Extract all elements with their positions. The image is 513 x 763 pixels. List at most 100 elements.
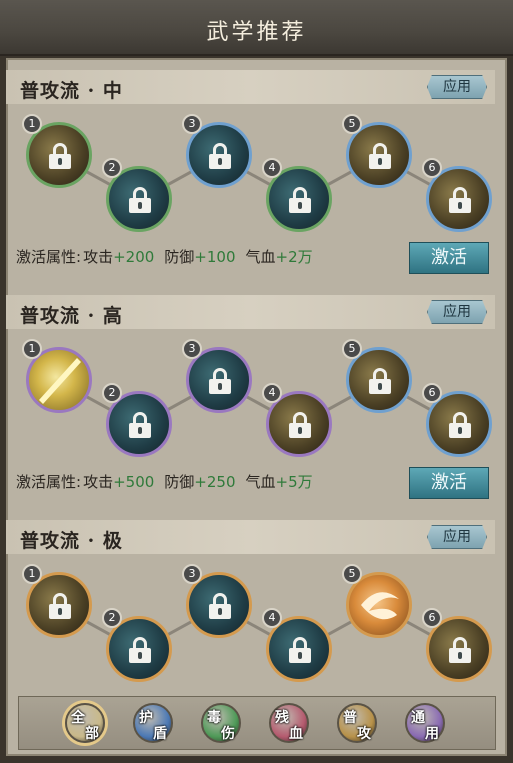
attribute-name: 攻击 (83, 248, 114, 266)
lock-icon (209, 593, 231, 619)
apply-button[interactable]: 应用 (427, 525, 487, 549)
lock-keyhole (458, 652, 462, 659)
skill-number-badge: 1 (22, 114, 42, 134)
lock-keyhole (58, 158, 62, 165)
apply-button[interactable]: 应用 (427, 300, 487, 324)
lock-keyhole (378, 383, 382, 390)
filter-label-top: 全 (71, 710, 85, 726)
attribute-label: 激活属性: (16, 473, 82, 491)
skill-number-badge: 5 (342, 114, 362, 134)
attribute-row: 激活属性: 攻击+200 防御+100 气血+2万 激活 (6, 242, 495, 276)
skill-number-badge: 2 (102, 608, 122, 628)
attribute-value: +5万 (275, 473, 313, 491)
lock-icon (49, 593, 71, 619)
attribute-value: +500 (113, 473, 155, 491)
attribute-name: 气血 (245, 473, 276, 491)
filter-label-bottom: 部 (85, 726, 99, 742)
lock-icon (449, 637, 471, 663)
attribute-value: +200 (113, 248, 155, 266)
lock-keyhole (218, 608, 222, 615)
lock-keyhole (218, 158, 222, 165)
lock-keyhole (378, 158, 382, 165)
sword-icon (39, 358, 81, 404)
lock-icon (369, 143, 391, 169)
skill-section: 普攻流 · 极 应用 1 2 3 4 5 6 (6, 520, 495, 696)
skill-chain: 1 2 3 4 5 6 (6, 331, 495, 471)
attribute-value: +100 (194, 248, 236, 266)
skill-number-badge: 2 (102, 383, 122, 403)
lock-keyhole (298, 202, 302, 209)
lock-icon (449, 187, 471, 213)
lock-icon (369, 368, 391, 394)
attribute-name: 防御 (164, 248, 195, 266)
filter-label-top: 通 (411, 710, 425, 726)
filter-label-top: 毒 (207, 710, 221, 726)
attribute-label: 激活属性: (16, 248, 82, 266)
lock-keyhole (298, 427, 302, 434)
lock-keyhole (138, 202, 142, 209)
lock-keyhole (298, 652, 302, 659)
activate-button[interactable]: 激活 (409, 242, 489, 274)
skill-number-badge: 5 (342, 564, 362, 584)
lock-keyhole (218, 383, 222, 390)
attribute-text: 激活属性: 攻击+500 防御+250 气血+5万 (16, 471, 313, 492)
section-header: 普攻流 · 中 应用 (6, 70, 495, 104)
skill-number-badge: 6 (422, 608, 442, 628)
skill-number-badge: 4 (262, 608, 282, 628)
filter-button[interactable]: 护盾 (133, 703, 173, 743)
skill-number-badge: 4 (262, 383, 282, 403)
lock-keyhole (138, 427, 142, 434)
filter-label-bottom: 用 (425, 726, 439, 742)
filter-label-bottom: 盾 (153, 726, 167, 742)
filter-button[interactable]: 通用 (405, 703, 445, 743)
filter-bar: 全部护盾毒伤残血普攻通用 (18, 696, 496, 750)
lock-keyhole (58, 608, 62, 615)
skill-chain: 1 2 3 4 5 6 (6, 556, 495, 696)
skill-number-badge: 3 (182, 339, 202, 359)
filter-label-top: 普 (343, 710, 357, 726)
filter-label-bottom: 伤 (221, 726, 235, 742)
activate-button[interactable]: 激活 (409, 467, 489, 499)
lock-icon (49, 143, 71, 169)
filter-button[interactable]: 普攻 (337, 703, 377, 743)
filter-label-bottom: 攻 (357, 726, 371, 742)
skill-number-badge: 2 (102, 158, 122, 178)
filter-label-top: 护 (139, 710, 153, 726)
attribute-name: 气血 (245, 248, 276, 266)
lock-keyhole (458, 427, 462, 434)
section-title: 普攻流 · 极 (20, 530, 123, 552)
attribute-row: 激活属性: 攻击+500 防御+250 气血+5万 激活 (6, 467, 495, 501)
lock-keyhole (138, 652, 142, 659)
lock-icon (209, 368, 231, 394)
skill-number-badge: 1 (22, 564, 42, 584)
skill-number-badge: 5 (342, 339, 362, 359)
page-title: 武学推荐 (206, 20, 307, 45)
filter-button[interactable]: 全部 (65, 703, 105, 743)
skill-section: 普攻流 · 高 应用 1 2 3 4 5 6 激活属性: 攻击+500 防御+250 气血+5万 激活 (6, 295, 495, 505)
lock-keyhole (458, 202, 462, 209)
skill-number-badge: 4 (262, 158, 282, 178)
lock-icon (289, 637, 311, 663)
section-title: 普攻流 · 中 (20, 80, 123, 102)
filter-label-top: 残 (275, 710, 289, 726)
header: 武学推荐 (0, 0, 513, 56)
lock-icon (289, 412, 311, 438)
lock-icon (449, 412, 471, 438)
attribute-value: +250 (194, 473, 236, 491)
section-title: 普攻流 · 高 (20, 305, 123, 327)
lock-icon (209, 143, 231, 169)
lock-icon (129, 187, 151, 213)
skill-number-badge: 6 (422, 158, 442, 178)
skill-chain: 1 2 3 4 5 6 (6, 106, 495, 246)
filter-button[interactable]: 残血 (269, 703, 309, 743)
section-header: 普攻流 · 极 应用 (6, 520, 495, 554)
blade-icon (361, 592, 399, 620)
lock-icon (129, 412, 151, 438)
filter-label-bottom: 血 (289, 726, 303, 742)
skill-number-badge: 1 (22, 339, 42, 359)
apply-button[interactable]: 应用 (427, 75, 487, 99)
filter-button[interactable]: 毒伤 (201, 703, 241, 743)
attribute-name: 攻击 (83, 473, 114, 491)
lock-icon (289, 187, 311, 213)
skill-section: 普攻流 · 中 应用 1 2 3 4 5 6 激活属性: 攻击+200 防御+100 气血+2万 激活 (6, 70, 495, 280)
